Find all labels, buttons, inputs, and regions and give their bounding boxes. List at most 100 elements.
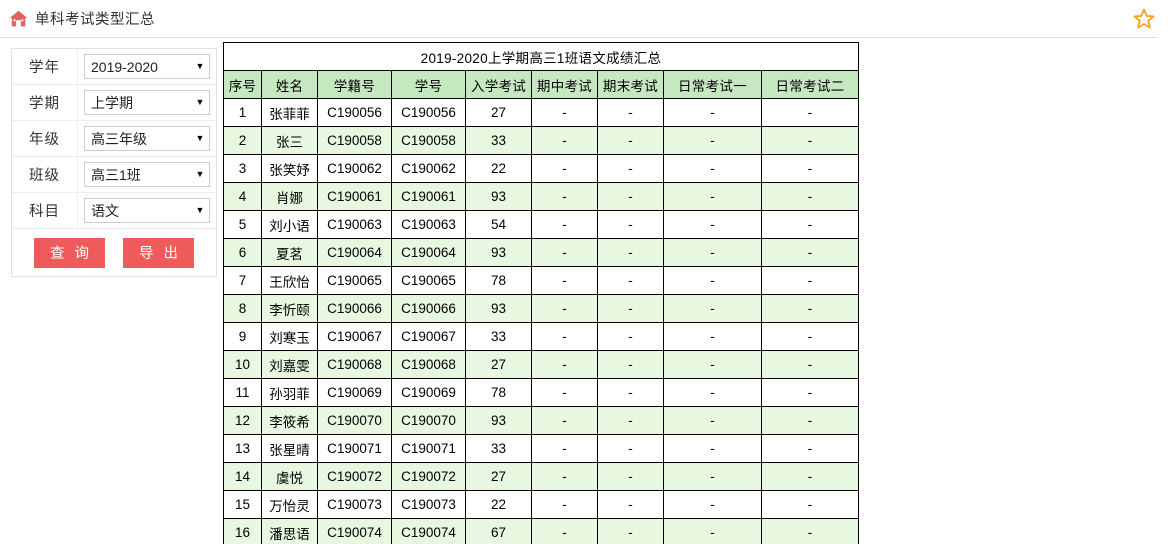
query-button[interactable]: 查 询 <box>33 237 105 268</box>
export-button[interactable]: 导 出 <box>123 237 195 268</box>
table-row: 7 王欣怡 C190065 C190065 78- - - - <box>223 266 859 295</box>
table-row: 16 潘思语 C190074 C190074 67- - - - <box>223 518 859 544</box>
cell-student-no: C190069 <box>391 378 466 407</box>
cell-entrance: 27 <box>465 98 532 127</box>
cell-daily-2: - <box>761 126 859 155</box>
cell-daily-1: - <box>663 238 762 267</box>
cell-daily-1: - <box>663 490 762 519</box>
cell-midterm: - <box>531 154 598 183</box>
table-row: 5 刘小语 C190063 C190063 54- - - - <box>223 210 859 239</box>
cell-seq: 8 <box>223 294 262 323</box>
table-row: 8 李忻颐 C190066 C190066 93- - - - <box>223 294 859 323</box>
school-year-value: 2019-2020 <box>91 58 158 75</box>
table-row: 13 张星晴 C190071 C190071 33- - - - <box>223 434 859 463</box>
breadcrumb: 单科考试类型汇总 <box>9 8 155 29</box>
col-header-midterm: 期中考试 <box>531 70 598 99</box>
cell-seq: 7 <box>223 266 262 295</box>
chevron-down-icon: ▼ <box>195 169 205 179</box>
cell-daily-2: - <box>761 350 859 379</box>
filter-label-grade: 年级 <box>12 121 78 156</box>
cell-seq: 1 <box>223 98 262 127</box>
cell-seq: 15 <box>223 490 262 519</box>
report-table-container: 2019-2020上学期高三1班语文成绩汇总 序号 姓名 学籍号 学号 入学考试… <box>223 42 859 544</box>
cell-daily-1: - <box>663 266 762 295</box>
cell-midterm: - <box>531 490 598 519</box>
cell-student-no: C190065 <box>391 266 466 295</box>
cell-daily-1: - <box>663 350 762 379</box>
cell-daily-1: - <box>663 406 762 435</box>
cell-midterm: - <box>531 378 598 407</box>
cell-reg-no: C190064 <box>317 238 392 267</box>
grade-select[interactable]: 高三年级 ▼ <box>84 126 210 151</box>
chevron-down-icon: ▼ <box>195 97 205 107</box>
cell-seq: 12 <box>223 406 262 435</box>
cell-entrance: 78 <box>465 266 532 295</box>
table-head: 2019-2020上学期高三1班语文成绩汇总 序号 姓名 学籍号 学号 入学考试… <box>223 42 859 99</box>
filter-label-class: 班级 <box>12 157 78 192</box>
favorite-star-icon[interactable] <box>1132 7 1156 31</box>
table-row: 11 孙羽菲 C190069 C190069 78- - - - <box>223 378 859 407</box>
subject-select[interactable]: 语文 ▼ <box>84 198 210 223</box>
table-row: 3 张笑妤 C190062 C190062 22- - - - <box>223 154 859 183</box>
cell-midterm: - <box>531 322 598 351</box>
cell-student-no: C190074 <box>391 518 466 544</box>
cell-entrance: 93 <box>465 294 532 323</box>
cell-final: - <box>597 406 664 435</box>
cell-final: - <box>597 126 664 155</box>
cell-daily-1: - <box>663 154 762 183</box>
col-header-daily-2: 日常考试二 <box>761 70 859 99</box>
cell-reg-no: C190073 <box>317 490 392 519</box>
cell-final: - <box>597 518 664 544</box>
cell-midterm: - <box>531 518 598 544</box>
col-header-seq: 序号 <box>223 70 262 99</box>
cell-student-no: C190071 <box>391 434 466 463</box>
cell-daily-1: - <box>663 462 762 491</box>
col-header-name: 姓名 <box>261 70 318 99</box>
top-header-bar: 单科考试类型汇总 <box>0 0 1176 39</box>
cell-daily-1: - <box>663 434 762 463</box>
cell-seq: 5 <box>223 210 262 239</box>
cell-name: 张三 <box>261 126 318 155</box>
home-icon <box>9 10 28 27</box>
filter-actions: 查 询 导 出 <box>12 229 216 276</box>
cell-daily-2: - <box>761 294 859 323</box>
cell-name: 夏茗 <box>261 238 318 267</box>
cell-seq: 3 <box>223 154 262 183</box>
cell-student-no: C190061 <box>391 182 466 211</box>
filter-row-subject: 科目 语文 ▼ <box>12 193 216 229</box>
filter-control-subject: 语文 ▼ <box>78 193 216 228</box>
col-header-student-no: 学号 <box>391 70 466 99</box>
cell-midterm: - <box>531 434 598 463</box>
cell-seq: 16 <box>223 518 262 544</box>
cell-final: - <box>597 182 664 211</box>
cell-reg-no: C190071 <box>317 434 392 463</box>
table-row: 12 李筱希 C190070 C190070 93- - - - <box>223 406 859 435</box>
cell-daily-1: - <box>663 210 762 239</box>
semester-value: 上学期 <box>91 94 133 111</box>
cell-student-no: C190062 <box>391 154 466 183</box>
cell-student-no: C190058 <box>391 126 466 155</box>
cell-name: 刘小语 <box>261 210 318 239</box>
cell-name: 肖娜 <box>261 182 318 211</box>
page-content: 学年 2019-2020 ▼ 学期 上学期 ▼ 年级 高三年级 ▼ 班级 高三1… <box>0 39 1176 544</box>
cell-reg-no: C190063 <box>317 210 392 239</box>
cell-daily-2: - <box>761 266 859 295</box>
school-year-select[interactable]: 2019-2020 ▼ <box>84 54 210 79</box>
semester-select[interactable]: 上学期 ▼ <box>84 90 210 115</box>
table-header-row: 序号 姓名 学籍号 学号 入学考试 期中考试 期末考试 日常考试一 日常考试二 <box>223 70 859 99</box>
cell-final: - <box>597 322 664 351</box>
cell-name: 张笑妤 <box>261 154 318 183</box>
cell-daily-2: - <box>761 518 859 544</box>
cell-daily-2: - <box>761 182 859 211</box>
cell-reg-no: C190070 <box>317 406 392 435</box>
cell-entrance: 78 <box>465 378 532 407</box>
cell-reg-no: C190058 <box>317 126 392 155</box>
cell-seq: 9 <box>223 322 262 351</box>
cell-entrance: 33 <box>465 434 532 463</box>
table-row: 10 刘嘉雯 C190068 C190068 27- - - - <box>223 350 859 379</box>
cell-seq: 13 <box>223 434 262 463</box>
top-header-divider <box>0 0 1158 38</box>
class-select[interactable]: 高三1班 ▼ <box>84 162 210 187</box>
cell-entrance: 93 <box>465 406 532 435</box>
cell-daily-1: - <box>663 126 762 155</box>
